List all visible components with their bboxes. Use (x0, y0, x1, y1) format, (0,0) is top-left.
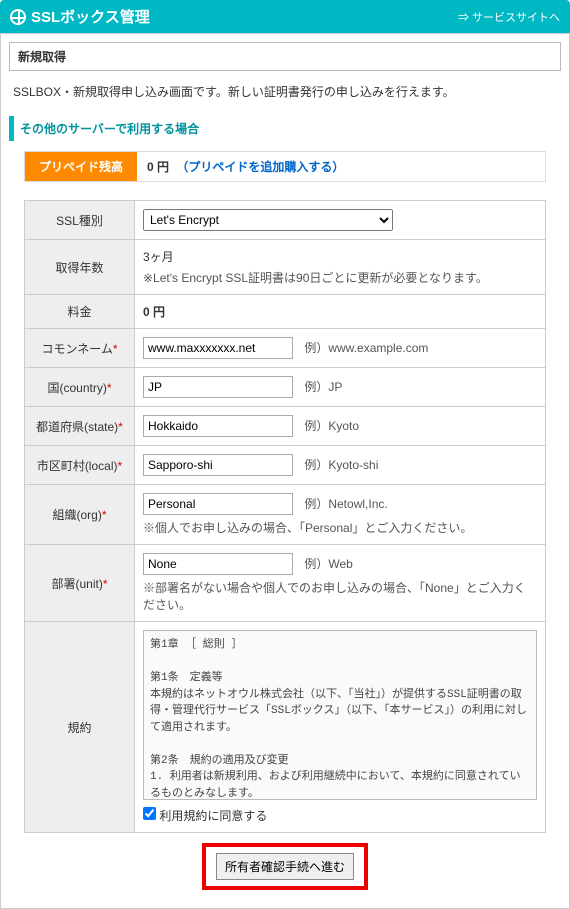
main-container: 新規取得 SSLBOX・新規取得申し込み画面です。新しい証明書発行の申し込みを行… (0, 33, 570, 909)
agree-label[interactable]: 利用規約に同意する (143, 809, 267, 823)
org-note: ※個人でお申し込みの場合、「Personal」とご入力ください。 (143, 519, 537, 536)
label-org: 組織(org)* (25, 485, 135, 545)
agree-text: 利用規約に同意する (159, 809, 267, 823)
state-example: 例）Kyoto (304, 419, 359, 433)
terms-textarea[interactable] (143, 630, 537, 800)
label-country: 国(country)* (25, 368, 135, 407)
unit-example: 例）Web (304, 557, 352, 571)
years-value: 3ヶ月 (143, 250, 174, 264)
page-title-text: SSLボックス管理 (31, 6, 150, 27)
label-price: 料金 (25, 295, 135, 329)
globe-icon (10, 9, 26, 25)
description-text: SSLBOX・新規取得申し込み画面です。新しい証明書発行の申し込みを行えます。 (13, 83, 561, 100)
unit-note: ※部署名がない場合や個人でのお申し込みの場合、「None」とご入力ください。 (143, 579, 537, 613)
subsection-other-server: その他のサーバーで利用する場合 (9, 116, 561, 141)
state-input[interactable] (143, 415, 293, 437)
prepaid-balance-row: プリペイド残高 0 円 （プリペイドを追加購入する） (24, 151, 546, 182)
org-input[interactable] (143, 493, 293, 515)
header-bar: SSLボックス管理 ⇒ サービスサイトへ (0, 0, 570, 33)
page-title: SSLボックス管理 (10, 6, 150, 27)
ssl-type-select[interactable]: Let's Encrypt (143, 209, 393, 231)
years-note: ※Let's Encrypt SSL証明書は90日ごとに更新が必要となります。 (143, 269, 537, 286)
common-name-input[interactable] (143, 337, 293, 359)
section-new-acquisition: 新規取得 (9, 42, 561, 71)
label-terms: 規約 (25, 622, 135, 833)
locality-input[interactable] (143, 454, 293, 476)
submit-button[interactable]: 所有者確認手続へ進む (216, 853, 354, 880)
label-ssl-type: SSL種別 (25, 201, 135, 240)
locality-example: 例）Kyoto-shi (304, 458, 378, 472)
country-input[interactable] (143, 376, 293, 398)
submit-wrap: 所有者確認手続へ進む (9, 843, 561, 890)
subsection-label: その他のサーバーで利用する場合 (20, 122, 199, 136)
form-table: SSL種別 Let's Encrypt 取得年数 3ヶ月 ※Let's Encr… (24, 200, 546, 833)
label-locality: 市区町村(local)* (25, 446, 135, 485)
service-site-link[interactable]: ⇒ サービスサイトへ (458, 9, 560, 25)
org-example: 例）Netowl,Inc. (304, 497, 387, 511)
price-value: 0 円 (143, 305, 165, 319)
agree-row: 利用規約に同意する (143, 807, 537, 824)
country-example: 例）JP (304, 380, 342, 394)
submit-highlight: 所有者確認手続へ進む (202, 843, 368, 890)
prepaid-purchase-link[interactable]: （プリペイドを追加購入する） (176, 160, 344, 174)
prepaid-label: プリペイド残高 (25, 152, 137, 181)
unit-input[interactable] (143, 553, 293, 575)
label-state: 都道府県(state)* (25, 407, 135, 446)
prepaid-value: 0 円 （プリペイドを追加購入する） (137, 152, 354, 181)
prepaid-amount: 0 円 (147, 160, 169, 174)
label-common-name: コモンネーム* (25, 329, 135, 368)
label-unit: 部署(unit)* (25, 545, 135, 622)
label-years: 取得年数 (25, 240, 135, 295)
agree-checkbox[interactable] (143, 807, 156, 820)
common-name-example: 例）www.example.com (304, 341, 428, 355)
